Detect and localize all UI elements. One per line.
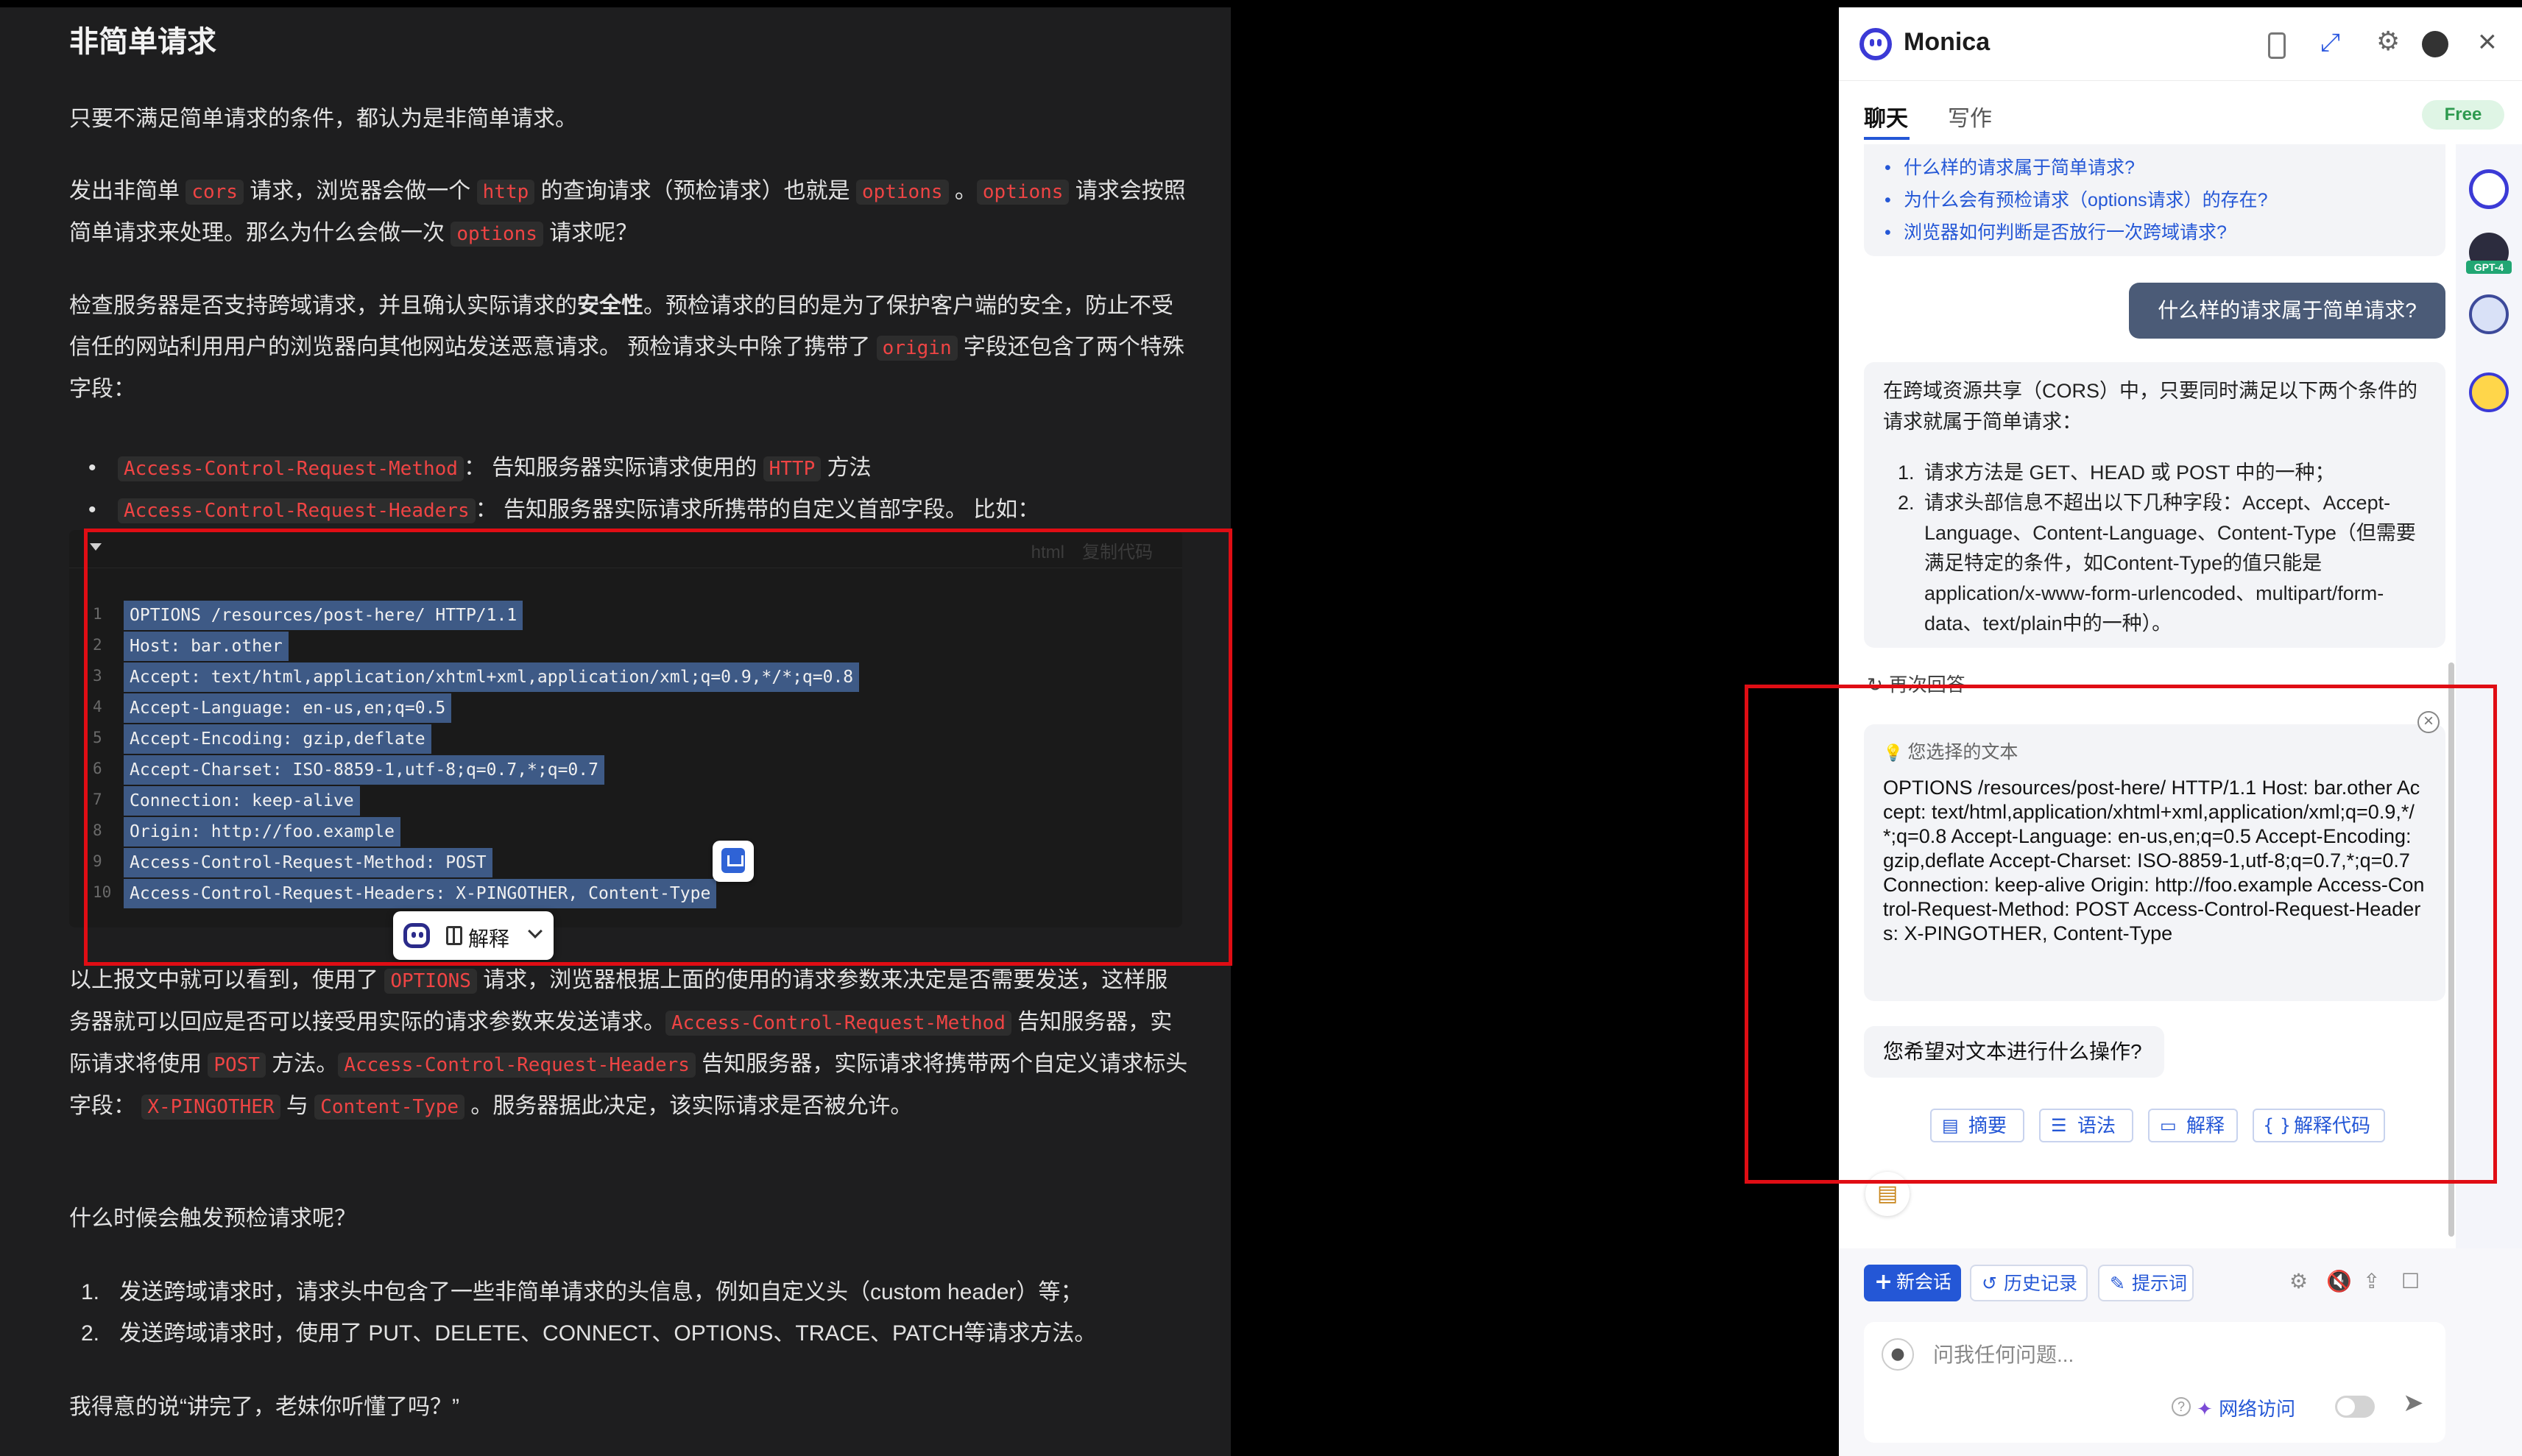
inline-code: options	[855, 180, 949, 205]
paragraph-security: 检查服务器是否支持跨域请求，并且确认实际请求的安全性。预检请求的目的是为了保护客…	[69, 294, 1184, 401]
copy-code-button[interactable]: 复制代码	[1082, 543, 1153, 562]
monica-logo-icon[interactable]	[403, 923, 430, 948]
monica-sidebar: Monica 聊天 写作 Free GPT-4 什么样的请求属于简单请求? 为什…	[1839, 7, 2522, 1456]
suggested-questions: 什么样的请求属于简单请求? 为什么会有预检请求（options请求）的存在? 浏…	[1864, 144, 2445, 256]
section-heading: 非简单请求	[69, 26, 216, 58]
inline-code: origin	[876, 336, 958, 361]
chat-input-box: ● ? 网络访问 ➤	[1864, 1322, 2445, 1443]
paragraph-preflight: 发出非简单 cors 请求，浏览器会做一个 http 的查询请求（预检请求）也就…	[69, 179, 1186, 247]
share-icon[interactable]: ⇪	[2363, 1269, 2380, 1293]
bot-character-icon[interactable]	[2469, 372, 2509, 412]
composer-area: 新会话 历史记录 提示词 ⚙ 🔇 ⇪ ☐ ● ? 网络访问 ➤	[1839, 1248, 2522, 1456]
inline-code: http	[476, 180, 535, 205]
prompts-button[interactable]: 提示词	[2098, 1265, 2194, 1301]
bot-gpt4-icon[interactable]: GPT-4	[2466, 233, 2512, 274]
settings-icon[interactable]: ⚙	[2289, 1269, 2308, 1293]
paragraph-closing: 我得意的说“讲完了，老妹你听懂了吗？”	[69, 1395, 459, 1419]
book-icon	[446, 926, 462, 945]
new-chat-button[interactable]: 新会话	[1864, 1265, 1961, 1301]
assistant-question: 您希望对文本进行什么操作?	[1864, 1026, 2164, 1078]
chat-input[interactable]	[1933, 1338, 2419, 1372]
help-icon[interactable]: ?	[2172, 1397, 2191, 1416]
history-button[interactable]: 历史记录	[1970, 1265, 2088, 1301]
feedback-icon[interactable]: ☐	[2401, 1269, 2420, 1293]
code-block-header: html 复制代码	[69, 530, 1182, 568]
bot-monica-icon[interactable]	[2469, 169, 2509, 209]
tab-write[interactable]: 写作	[1948, 100, 1992, 132]
tab-chat[interactable]: 聊天	[1864, 100, 1910, 140]
suggestion-link[interactable]: 什么样的请求属于简单请求?	[1885, 152, 2445, 184]
list-item: 2. 发送跨域请求时，使用了 PUT、DELETE、CONNECT、OPTIONS…	[81, 1321, 1097, 1346]
inline-code: options	[976, 180, 1070, 205]
panel-header: Monica	[1839, 7, 2522, 81]
chevron-down-icon[interactable]	[528, 924, 543, 939]
suggestion-link[interactable]: 浏览器如何判断是否放行一次跨域请求?	[1885, 216, 2445, 249]
list-item: Access-Control-Request-Method： 告知服务器实际请求…	[88, 448, 1039, 490]
trigger-list: 1. 发送跨域请求时，请求头中包含了一些非简单请求的头信息，例如自定义头（cust…	[81, 1272, 1096, 1354]
grammar-button[interactable]: 语法	[2039, 1109, 2133, 1142]
chat-scrollbar[interactable]	[2448, 662, 2454, 1237]
explain-code-button[interactable]: 解释代码	[2253, 1109, 2385, 1142]
user-message: 什么样的请求属于简单请求?	[2129, 283, 2445, 339]
clip-icon	[721, 848, 745, 873]
monica-logo-icon	[1859, 28, 1892, 60]
explain-action-button[interactable]: 解释	[2148, 1109, 2238, 1142]
paragraph-intro: 只要不满足简单请求的条件，都认为是非简单请求。	[69, 107, 577, 131]
expand-icon[interactable]	[2316, 28, 2345, 59]
floating-clip-button[interactable]	[713, 841, 754, 882]
selected-text-card: 您选择的文本 OPTIONS /resources/post-here/ HTT…	[1864, 724, 2445, 1001]
bot-switcher: GPT-4	[2456, 144, 2522, 1248]
list-item: Access-Control-Request-Headers： 告知服务器实际请…	[88, 490, 1039, 531]
microphone-icon[interactable]: ●	[1882, 1338, 1914, 1371]
close-icon[interactable]	[2473, 24, 2503, 60]
user-avatar[interactable]	[2420, 29, 2450, 59]
settings-gear-icon[interactable]	[2373, 26, 2403, 59]
code-block: html 复制代码 1 OPTIONS /resources/post-here/ …	[69, 530, 1182, 927]
list-item: 1. 请求方法是 GET、HEAD 或 POST 中的一种；	[1898, 462, 2335, 484]
brand-name: Monica	[1904, 28, 1991, 56]
code-language: html	[1031, 543, 1064, 562]
selected-text-caption: 您选择的文本	[1883, 738, 2426, 764]
web-access-toggle[interactable]	[2335, 1396, 2375, 1418]
inline-code: options	[451, 222, 543, 247]
list-item: 1. 发送跨域请求时，请求头中包含了一些非简单请求的头信息，例如自定义头（cust…	[81, 1280, 1083, 1304]
collapse-caret-icon[interactable]	[90, 543, 102, 551]
header-field-list: Access-Control-Request-Method： 告知服务器实际请求…	[88, 448, 1039, 531]
selection-toolbar[interactable]: 解释	[393, 911, 554, 960]
close-selection-icon[interactable]: ×	[2417, 711, 2440, 733]
summary-button[interactable]: 摘要	[1930, 1109, 2024, 1142]
selected-text: OPTIONS /resources/post-here/ HTTP/1.1 H…	[1883, 777, 2425, 944]
assistant-message: 在跨域资源共享（CORS）中，只要同时满足以下两个条件的请求就属于简单请求： 1…	[1864, 362, 2445, 648]
book-emoji-icon[interactable]: ▤	[1865, 1172, 1910, 1216]
plan-badge[interactable]: Free	[2422, 100, 2504, 130]
list-item: 2. 请求头部信息不超出以下几种字段：Accept、Accept-Language…	[1898, 492, 2416, 635]
inline-code: cors	[186, 180, 244, 205]
bot-assistant-icon[interactable]	[2469, 294, 2509, 334]
web-access-label: 网络访问	[2197, 1394, 2295, 1421]
article-pane: 非简单请求 只要不满足简单请求的条件，都认为是非简单请求。 发出非简单 cors…	[0, 7, 1231, 1456]
paragraph-question: 什么时候会触发预检请求呢？	[69, 1206, 356, 1231]
paragraph-analysis: 以上报文中就可以看到，使用了 OPTIONS 请求，浏览器根据上面的使用的请求参…	[69, 968, 1188, 1120]
explain-button[interactable]: 解释	[468, 923, 509, 953]
suggestion-link[interactable]: 为什么会有预检请求（options请求）的存在?	[1885, 184, 2445, 216]
send-icon[interactable]: ➤	[2403, 1388, 2424, 1418]
regenerate-button[interactable]: 再次回答	[1867, 670, 1965, 697]
mobile-icon[interactable]	[2260, 29, 2289, 59]
panel-tabs: 聊天 写作 Free	[1839, 81, 2522, 144]
mute-icon[interactable]: 🔇	[2326, 1269, 2352, 1293]
